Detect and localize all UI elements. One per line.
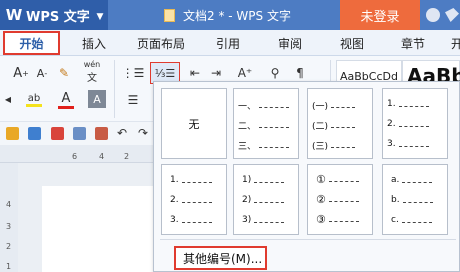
align-left-icon: ☰ xyxy=(127,93,139,107)
clear-format-button[interactable]: ✎ xyxy=(56,64,72,82)
decrease-indent-icon: ⇤ xyxy=(189,66,201,80)
open-folder-icon[interactable] xyxy=(6,127,19,140)
numbering-none-label: 无 xyxy=(188,118,200,131)
list-marker: 二、 xyxy=(238,122,257,132)
bullet-list-icon: ⋮☰ xyxy=(121,66,145,80)
list-marker: a. xyxy=(391,175,400,185)
align-left-button[interactable]: ☰ xyxy=(124,92,142,108)
document-page[interactable] xyxy=(42,186,153,272)
numbering-style-lower-alpha[interactable]: a. b. c. xyxy=(382,164,448,235)
ribbon-separator xyxy=(114,60,115,118)
list-marker: 2) xyxy=(242,195,252,205)
window-title: 文档2 * - WPS 文字 xyxy=(164,0,291,30)
wps-logo-icon: W xyxy=(5,6,23,24)
ruler-mark: 4 xyxy=(6,200,12,209)
undo-icon[interactable]: ↶ xyxy=(115,125,129,141)
pilcrow-button[interactable]: ¶ xyxy=(291,64,309,82)
menu-divider xyxy=(160,239,456,240)
paragraph-button[interactable]: ⚲ xyxy=(264,64,286,82)
decrease-indent-button[interactable]: ⇤ xyxy=(186,64,204,82)
numbering-style-paren[interactable]: 1) 2) 3) xyxy=(233,164,299,235)
tab-sections[interactable]: 章节 xyxy=(401,30,425,56)
shrink-font-button[interactable]: A- xyxy=(33,64,51,82)
list-marker: 3. xyxy=(170,215,179,225)
numbering-style-decimal-indented[interactable]: 1. 2. 3. xyxy=(161,164,227,235)
numbered-list-icon: ⅓☰ xyxy=(154,66,176,80)
pilcrow-icon: ¶ xyxy=(296,66,304,80)
list-marker: b. xyxy=(391,195,400,205)
highlight-color-swatch xyxy=(26,104,42,107)
list-marker: 1. xyxy=(170,175,179,185)
list-marker: (三) xyxy=(312,142,329,152)
numbering-style-decimal[interactable]: 1. 2. 3. xyxy=(382,88,448,159)
export-pdf-icon[interactable] xyxy=(51,127,64,140)
redo-icon[interactable]: ↷ xyxy=(136,125,150,141)
list-marker: 三、 xyxy=(238,142,257,152)
numbering-style-chinese[interactable]: 一、 二、 三、 xyxy=(233,88,299,159)
list-marker: 3. xyxy=(387,139,396,149)
pinyin-icon: 文 xyxy=(87,73,97,84)
numbering-style-chinese-paren[interactable]: (一) (二) (三) xyxy=(307,88,373,159)
ruler-mark: 3 xyxy=(6,222,12,231)
paragraph-icon: ⚲ xyxy=(270,66,280,80)
ruler-mark: 1 xyxy=(6,262,12,271)
list-marker: 一、 xyxy=(238,102,257,112)
tab-review[interactable]: 审阅 xyxy=(278,30,302,56)
font-color-icon: A xyxy=(61,91,71,106)
pinyin-label: wén xyxy=(83,60,101,69)
eraser-icon: ✎ xyxy=(58,66,70,80)
shrink-font-icon: A xyxy=(36,66,45,80)
app-menu-button[interactable]: W WPS 文字 ▼ xyxy=(0,0,108,30)
print-icon[interactable] xyxy=(73,127,86,140)
pinyin-button[interactable]: wén 文 xyxy=(80,60,104,84)
highlight-button[interactable]: ab xyxy=(24,90,44,110)
grow-font-button[interactable]: A + xyxy=(12,64,30,82)
numbering-style-circled[interactable]: ① ② ③ xyxy=(307,164,373,235)
font-color-swatch xyxy=(58,106,74,109)
list-marker: ① xyxy=(316,173,326,186)
skin-icon[interactable] xyxy=(426,8,440,22)
document-icon xyxy=(164,8,175,22)
ruler-mark: 2 xyxy=(124,152,130,161)
character-shading-icon: A xyxy=(93,92,101,106)
highlight-icon: ab xyxy=(27,93,41,104)
increase-indent-button[interactable]: ⇥ xyxy=(207,64,225,82)
list-marker: (一) xyxy=(312,102,329,112)
tab-more[interactable]: 开 xyxy=(451,30,460,56)
bullet-list-button[interactable]: ⋮☰ xyxy=(121,64,145,82)
chevron-down-icon: ▼ xyxy=(96,12,104,22)
login-button[interactable]: 未登录 xyxy=(340,0,420,30)
window-title-text: 文档2 * - WPS 文字 xyxy=(183,8,291,23)
list-marker: 3) xyxy=(242,215,252,225)
tab-home[interactable]: 开始 xyxy=(3,31,60,55)
numbering-none[interactable]: 无 xyxy=(161,88,227,159)
tab-view[interactable]: 视图 xyxy=(340,30,364,56)
list-marker: ③ xyxy=(316,213,326,226)
ruler-mark: 4 xyxy=(99,152,105,161)
more-numbering-button[interactable]: 其他编号(M)... xyxy=(174,246,267,270)
ruler-mark: 2 xyxy=(6,242,12,251)
tab-page-layout[interactable]: 页面布局 xyxy=(137,30,185,56)
vertical-ruler xyxy=(0,163,18,272)
ruler-mark: 6 xyxy=(72,152,78,161)
tab-insert[interactable]: 插入 xyxy=(82,30,106,56)
increase-indent-icon: ⇥ xyxy=(210,66,222,80)
list-marker: c. xyxy=(391,215,399,225)
save-icon[interactable] xyxy=(28,127,41,140)
grow-font-icon: A xyxy=(13,65,23,81)
list-marker: 2. xyxy=(170,195,179,205)
list-marker: ② xyxy=(316,193,326,206)
tab-references[interactable]: 引用 xyxy=(216,30,240,56)
list-marker: 2. xyxy=(387,119,396,129)
ribbon-scroll-left-icon[interactable]: ◀ xyxy=(4,90,12,108)
text-case-icon: A⁺ xyxy=(237,66,253,80)
character-shading-button[interactable]: A xyxy=(88,90,106,108)
list-marker: 1) xyxy=(242,175,252,185)
app-name: WPS 文字 xyxy=(26,9,90,25)
list-marker: (二) xyxy=(312,122,329,132)
font-color-button[interactable]: A xyxy=(56,90,76,110)
print-preview-icon[interactable] xyxy=(95,127,108,140)
list-marker: 1. xyxy=(387,99,396,109)
text-case-button[interactable]: A⁺ xyxy=(232,64,258,82)
